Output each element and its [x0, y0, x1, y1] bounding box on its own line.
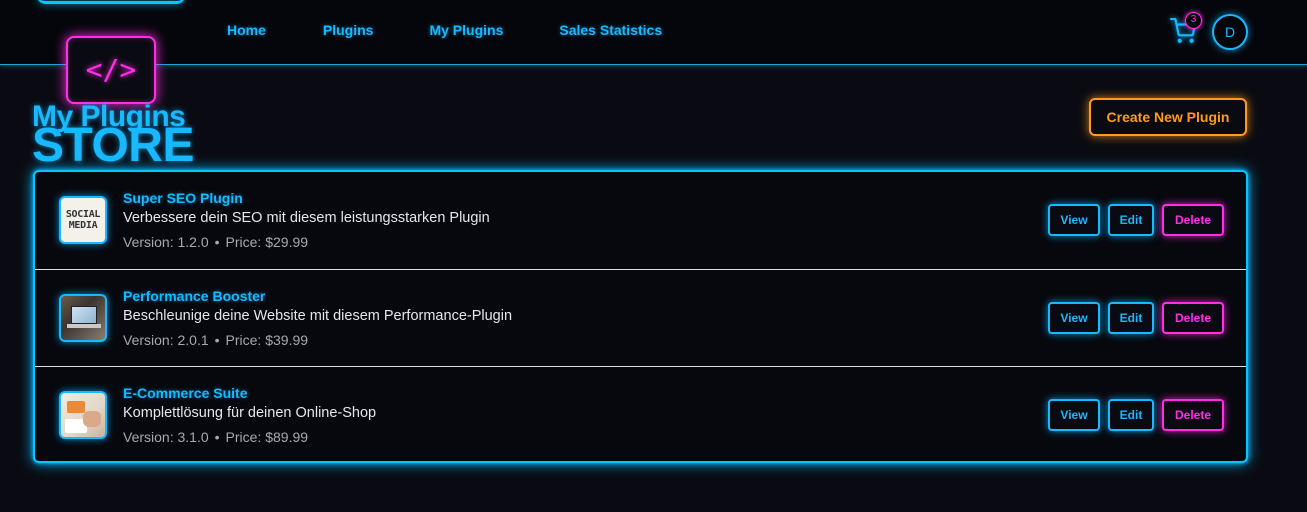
list-item: Performance Booster Beschleunige deine W… — [35, 269, 1246, 366]
hand-graphic — [83, 411, 101, 427]
plugin-meta: Version: 3.1.0 • Price: $89.99 — [123, 429, 308, 445]
laptop-screen-graphic — [71, 306, 97, 324]
delete-button[interactable]: Delete — [1162, 204, 1224, 236]
thumbnail-text-line: SOCIAL — [65, 209, 101, 220]
plugin-version: Version: 3.1.0 — [123, 429, 209, 445]
edit-button[interactable]: Edit — [1108, 204, 1154, 236]
delete-button[interactable]: Delete — [1162, 302, 1224, 334]
meta-separator: • — [214, 429, 220, 445]
edit-button[interactable]: Edit — [1108, 302, 1154, 334]
plugin-description: Beschleunige deine Website mit diesem Pe… — [123, 308, 513, 324]
plugin-thumbnail: SOCIAL MEDIA — [59, 196, 107, 244]
plugin-price: Price: $29.99 — [225, 234, 309, 250]
nav-home[interactable]: Home — [227, 22, 266, 38]
plugin-meta: Version: 1.2.0 • Price: $29.99 — [123, 234, 308, 250]
plugin-thumbnail — [59, 391, 107, 439]
plugin-price: Price: $39.99 — [225, 332, 309, 348]
delete-button[interactable]: Delete — [1162, 399, 1224, 431]
logo-code-icon[interactable]: </> — [66, 36, 156, 104]
user-avatar[interactable]: D — [1212, 14, 1248, 50]
plugin-thumbnail — [59, 294, 107, 342]
thumbnail-text-line: MEDIA — [68, 220, 98, 231]
nav-my-plugins[interactable]: My Plugins — [429, 22, 503, 38]
view-button[interactable]: View — [1048, 204, 1100, 236]
page: Home Plugins My Plugins Sales Statistics… — [0, 0, 1307, 512]
top-navbar: Home Plugins My Plugins Sales Statistics… — [0, 0, 1307, 65]
laptop-base-graphic — [67, 324, 101, 328]
page-title: My Plugins — [32, 100, 186, 133]
plugin-price: Price: $89.99 — [225, 429, 309, 445]
plugin-name[interactable]: E-Commerce Suite — [123, 385, 247, 401]
plugin-description: Komplettlösung für deinen Online-Shop — [123, 405, 377, 421]
cart-count-badge: 3 — [1185, 12, 1202, 29]
view-button[interactable]: View — [1048, 302, 1100, 334]
list-item: SOCIAL MEDIA Super SEO Plugin Verbessere… — [35, 172, 1246, 269]
plugin-meta: Version: 2.0.1 • Price: $39.99 — [123, 332, 308, 348]
plugin-name[interactable]: Performance Booster — [123, 288, 265, 304]
plugin-version: Version: 2.0.1 — [123, 332, 209, 348]
main-nav: Home Plugins My Plugins Sales Statistics — [227, 22, 718, 38]
plugin-version: Version: 1.2.0 — [123, 234, 209, 250]
logo-glow-cutoff — [36, 0, 186, 4]
nav-sales-statistics[interactable]: Sales Statistics — [559, 22, 662, 38]
edit-button[interactable]: Edit — [1108, 399, 1154, 431]
view-button[interactable]: View — [1048, 399, 1100, 431]
plugin-name[interactable]: Super SEO Plugin — [123, 190, 243, 206]
list-item: E-Commerce Suite Komplettlösung für dein… — [35, 366, 1246, 463]
credit-card-graphic — [67, 401, 85, 413]
plugin-list: SOCIAL MEDIA Super SEO Plugin Verbessere… — [33, 170, 1248, 463]
create-new-plugin-button[interactable]: Create New Plugin — [1089, 98, 1247, 136]
meta-separator: • — [214, 332, 220, 348]
nav-plugins[interactable]: Plugins — [323, 22, 374, 38]
meta-separator: • — [214, 234, 220, 250]
plugin-description: Verbessere dein SEO mit diesem leistungs… — [123, 210, 490, 226]
